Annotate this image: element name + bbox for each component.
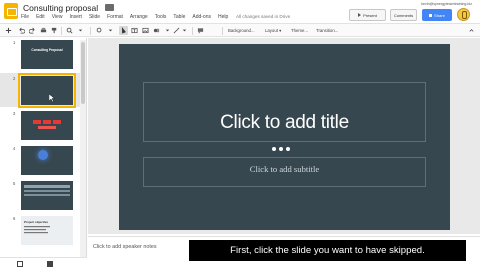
menu-format[interactable]: Format [107,14,123,22]
toolbar-separator [90,27,91,35]
menu-slide[interactable]: Slide [89,14,100,22]
present-label: Present [363,12,377,18]
print-icon[interactable] [40,27,47,34]
subtitle-placeholder-box[interactable]: Click to add subtitle [143,157,426,187]
toolbar-separator [61,27,62,35]
transition-button[interactable]: Transition... [316,28,338,33]
slides-logo-icon[interactable] [4,3,18,19]
slide-thumbnail-6[interactable]: Project objective [21,216,73,245]
line-dropdown-icon[interactable] [181,27,188,34]
thumbnail-table [24,185,70,196]
shape-dropdown-icon[interactable] [164,27,171,34]
insert-comment-icon[interactable] [197,27,204,34]
filmstrip-scroll-thumb[interactable] [81,42,85,104]
thumbnail-text-lines [24,226,50,234]
background-button[interactable]: Background... [228,28,255,33]
cursor-icon [120,26,126,34]
menu-bar: File Edit View Insert Slide Format Arran… [21,14,235,22]
shape-icon[interactable] [153,27,160,34]
menu-addons[interactable]: Add-ons [192,14,211,22]
grid-view-icon[interactable] [17,261,23,267]
video-caption: First, click the slide you want to have … [189,240,466,261]
menu-file[interactable]: File [21,14,29,22]
mouse-cursor-icon [49,94,55,102]
zoom-menu-icon[interactable] [107,27,114,34]
more-options-dots[interactable] [272,147,290,151]
select-tool[interactable] [119,26,128,35]
collapse-toolbar-icon[interactable] [468,27,475,34]
slide-number: 6 [13,216,16,221]
undo-icon[interactable] [18,27,25,34]
menu-tools[interactable]: Tools [155,14,167,22]
layout-button[interactable]: Layout ▾ [265,28,281,34]
speaker-notes-placeholder: Click to add speaker notes [93,244,157,250]
account-avatar[interactable] [457,8,470,21]
paint-format-icon[interactable] [51,27,58,34]
menu-arrange[interactable]: Arrange [130,14,148,22]
share-button[interactable]: Share [422,9,452,21]
user-email: kevin@synergyteachtraining.biz [421,2,472,6]
menu-view[interactable]: View [52,14,63,22]
slide-number: 3 [13,111,16,116]
redo-icon[interactable] [29,27,36,34]
slide-thumbnail-1[interactable]: Consulting Proposal [21,40,73,69]
title-placeholder-box[interactable]: Click to add title [143,82,426,142]
comments-button[interactable]: Comments [390,9,417,21]
slides-app: Consulting proposal kevin@synergyteachtr… [0,0,480,270]
text-box-icon[interactable] [131,27,138,34]
filmstrip-view-icon[interactable] [47,261,53,267]
zoom-fit-icon[interactable] [96,27,103,34]
save-status[interactable]: All changes saved in Drive [236,14,290,19]
folder-icon[interactable] [105,4,114,11]
menu-insert[interactable]: Insert [69,14,82,22]
document-title[interactable]: Consulting proposal [23,3,98,13]
zoom-dropdown-icon[interactable] [77,27,84,34]
toolbar: Background... Layout ▾ Theme... Transiti… [0,23,480,37]
new-slide-icon[interactable] [5,27,12,34]
line-icon[interactable] [173,27,180,34]
view-switcher [0,257,87,270]
subtitle-placeholder-text: Click to add subtitle [249,164,320,174]
slide-thumbnail-5[interactable] [21,181,73,210]
slide-thumbnail-3[interactable] [21,111,73,140]
menu-edit[interactable]: Edit [36,14,45,22]
slide-number: 4 [13,146,16,151]
menu-help[interactable]: Help [218,14,228,22]
slide-thumbnail-4[interactable] [21,146,73,175]
slide-number: 5 [13,181,16,186]
menu-table[interactable]: Table [173,14,185,22]
title-placeholder-text: Click to add title [220,112,349,133]
slide-number: 1 [13,40,16,45]
play-icon [358,13,362,17]
slide-number: 2 [13,76,16,81]
image-icon[interactable] [142,27,149,34]
zoom-icon[interactable] [66,27,73,34]
thumbnail-diagram [33,120,61,129]
thumbnail-title: Consulting Proposal [31,48,63,52]
theme-button[interactable]: Theme... [291,28,308,33]
share-label: Share [434,12,445,18]
thumbnail-circle [38,150,48,160]
present-button[interactable]: Present [349,9,386,21]
slide-thumbnail-2[interactable] [18,73,76,108]
lock-icon [429,13,433,17]
toolbar-separator [192,27,193,35]
toolbar-separator [222,27,223,35]
